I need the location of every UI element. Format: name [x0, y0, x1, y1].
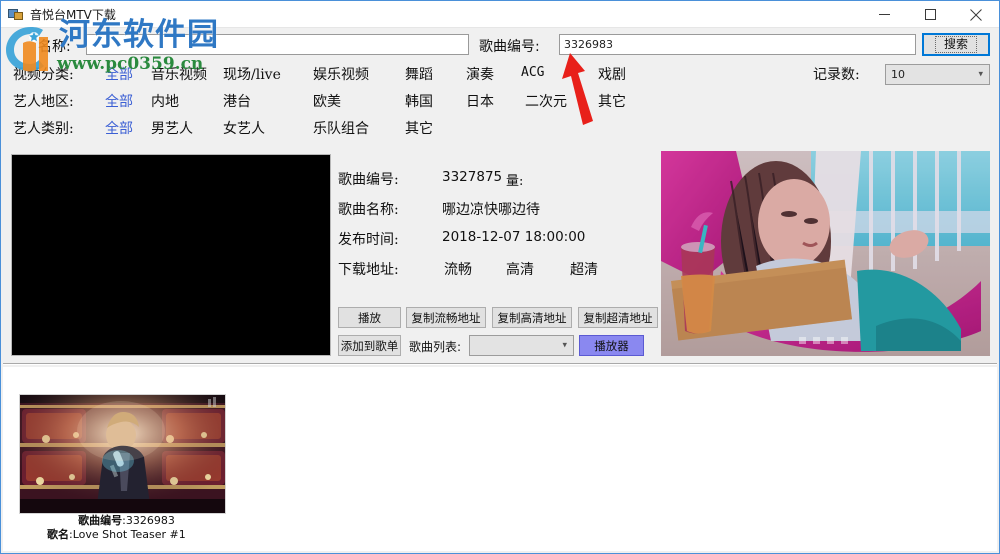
search-bar: 名称: 歌曲编号: 搜索 [1, 29, 999, 59]
filter-row-artist-type: 艺人类别: 全部 男艺人 女艺人 乐队组合 其它 [1, 115, 999, 142]
add-to-playlist-button[interactable]: 添加到歌单 [338, 335, 401, 356]
filter-artist-region-japan[interactable]: 日本 [466, 91, 494, 111]
download-link-hd[interactable]: 高清 [506, 259, 534, 279]
detail-value-song-number: 3327875 [442, 169, 503, 185]
filter-artist-region-2d[interactable]: 二次元 [525, 91, 567, 111]
list-item[interactable]: 歌曲编号:3326983 歌名:Love Shot Teaser #1 [19, 394, 226, 542]
thumbnail-artwork [20, 395, 225, 513]
detail-label-play-count: 量: [506, 174, 524, 189]
detail-label-song-number: 歌曲编号: [338, 172, 399, 188]
detail-label-download: 下载地址: [338, 262, 399, 278]
filter-artist-region-korea[interactable]: 韩国 [405, 91, 433, 111]
download-link-uhd[interactable]: 超清 [570, 259, 598, 279]
search-button-label: 搜索 [934, 36, 977, 53]
song-list-select[interactable]: ▾ [469, 335, 574, 356]
app-icon [8, 6, 24, 22]
detail-value-publish-time: 2018-12-07 18:00:00 [442, 229, 586, 245]
filter-video-category-perform[interactable]: 演奏 [466, 64, 494, 84]
filter-artist-region-western[interactable]: 欧美 [313, 91, 341, 111]
copy-sd-url-button[interactable]: 复制流畅地址 [406, 307, 486, 328]
name-label: 名称: [38, 39, 71, 55]
detail-row-download: 下载地址: 流畅 高清 超清 [338, 259, 658, 289]
play-button[interactable]: 播放 [338, 307, 401, 328]
filter-artist-region-all[interactable]: 全部 [105, 91, 133, 111]
detail-row-song-name: 歌曲名称: 哪边凉快哪边待 [338, 199, 658, 229]
song-number-input[interactable] [559, 34, 916, 55]
song-list-label: 歌曲列表: [409, 340, 462, 354]
record-count-label: 记录数: [813, 67, 860, 83]
detail-value-song-name: 哪边凉快哪边待 [442, 202, 540, 218]
detail-row-song-number: 歌曲编号: 3327875 量: [338, 169, 658, 199]
chevron-down-icon: ▾ [562, 340, 567, 350]
close-button[interactable] [953, 1, 999, 28]
video-preview-image [661, 151, 990, 356]
filter-artist-type-male[interactable]: 男艺人 [151, 118, 193, 138]
result-song-name-key: 歌名 [47, 528, 69, 541]
search-results-list[interactable]: 歌曲编号:3326983 歌名:Love Shot Teaser #1 [3, 367, 997, 551]
panel-divider [3, 363, 997, 365]
search-button[interactable]: 搜索 [922, 33, 990, 56]
filter-video-category-acg[interactable]: ACG [521, 65, 544, 80]
result-song-number-key: 歌曲编号 [78, 514, 123, 527]
filter-label-video-category: 视频分类: [13, 67, 74, 83]
result-song-number-line: 歌曲编号:3326983 [78, 514, 175, 527]
detail-row-publish-time: 发布时间: 2018-12-07 18:00:00 [338, 229, 658, 259]
maximize-button[interactable] [907, 1, 953, 28]
copy-uhd-url-button[interactable]: 复制超清地址 [578, 307, 658, 328]
filter-row-artist-region: 艺人地区: 全部 内地 港台 欧美 韩国 日本 二次元 其它 [1, 88, 999, 115]
chevron-down-icon: ▾ [978, 69, 983, 79]
window-controls [861, 1, 999, 28]
filter-artist-type-band[interactable]: 乐队组合 [313, 118, 369, 138]
copy-hd-url-button[interactable]: 复制高清地址 [492, 307, 572, 328]
result-song-name-value: Love Shot Teaser #1 [72, 528, 186, 541]
detail-label-publish-time: 发布时间: [338, 232, 399, 248]
filter-artist-type-female[interactable]: 女艺人 [223, 118, 265, 138]
name-input[interactable] [86, 34, 469, 55]
filter-artist-region-other[interactable]: 其它 [598, 91, 626, 111]
record-count-value: 10 [891, 68, 905, 81]
filter-label-artist-region: 艺人地区: [13, 94, 74, 110]
result-song-name-line: 歌名:Love Shot Teaser #1 [47, 528, 186, 541]
filter-video-category-drama[interactable]: 戏剧 [598, 64, 626, 84]
result-song-number-value: 3326983 [125, 514, 175, 527]
result-thumbnail[interactable] [19, 394, 226, 514]
minimize-button[interactable] [861, 1, 907, 28]
download-link-sd[interactable]: 流畅 [444, 259, 472, 279]
filter-label-artist-type: 艺人类别: [13, 121, 74, 137]
song-details-panel: 歌曲编号: 3327875 量: 歌曲名称: 哪边凉快哪边待 发布时间: 201… [338, 169, 658, 289]
detail-label-song-name: 歌曲名称: [338, 202, 399, 218]
filter-video-category-music[interactable]: 音乐视频 [151, 64, 207, 84]
preview-artwork [661, 151, 990, 356]
filter-video-category-all[interactable]: 全部 [105, 64, 133, 84]
filter-artist-type-other[interactable]: 其它 [405, 118, 433, 138]
filter-video-category-dance[interactable]: 舞蹈 [405, 64, 433, 84]
filter-artist-type-all[interactable]: 全部 [105, 118, 133, 138]
window-title: 音悦台MTV下载 [30, 7, 116, 22]
song-number-label: 歌曲编号: [479, 39, 540, 55]
filter-video-category-ent[interactable]: 娱乐视频 [313, 64, 369, 84]
filter-video-category-live[interactable]: 现场/live [223, 64, 281, 84]
filter-artist-region-mainland[interactable]: 内地 [151, 91, 179, 111]
record-count-select[interactable]: 10 ▾ [885, 64, 990, 85]
player-button[interactable]: 播放器 [579, 335, 644, 356]
application-window: 音悦台MTV下载 名称: 歌曲编号: 搜索 视频分类: 全部 音乐视频 现 [0, 0, 1000, 554]
title-bar: 音悦台MTV下载 [1, 1, 999, 28]
video-player-panel[interactable] [11, 154, 331, 356]
filter-artist-region-hktw[interactable]: 港台 [223, 91, 251, 111]
